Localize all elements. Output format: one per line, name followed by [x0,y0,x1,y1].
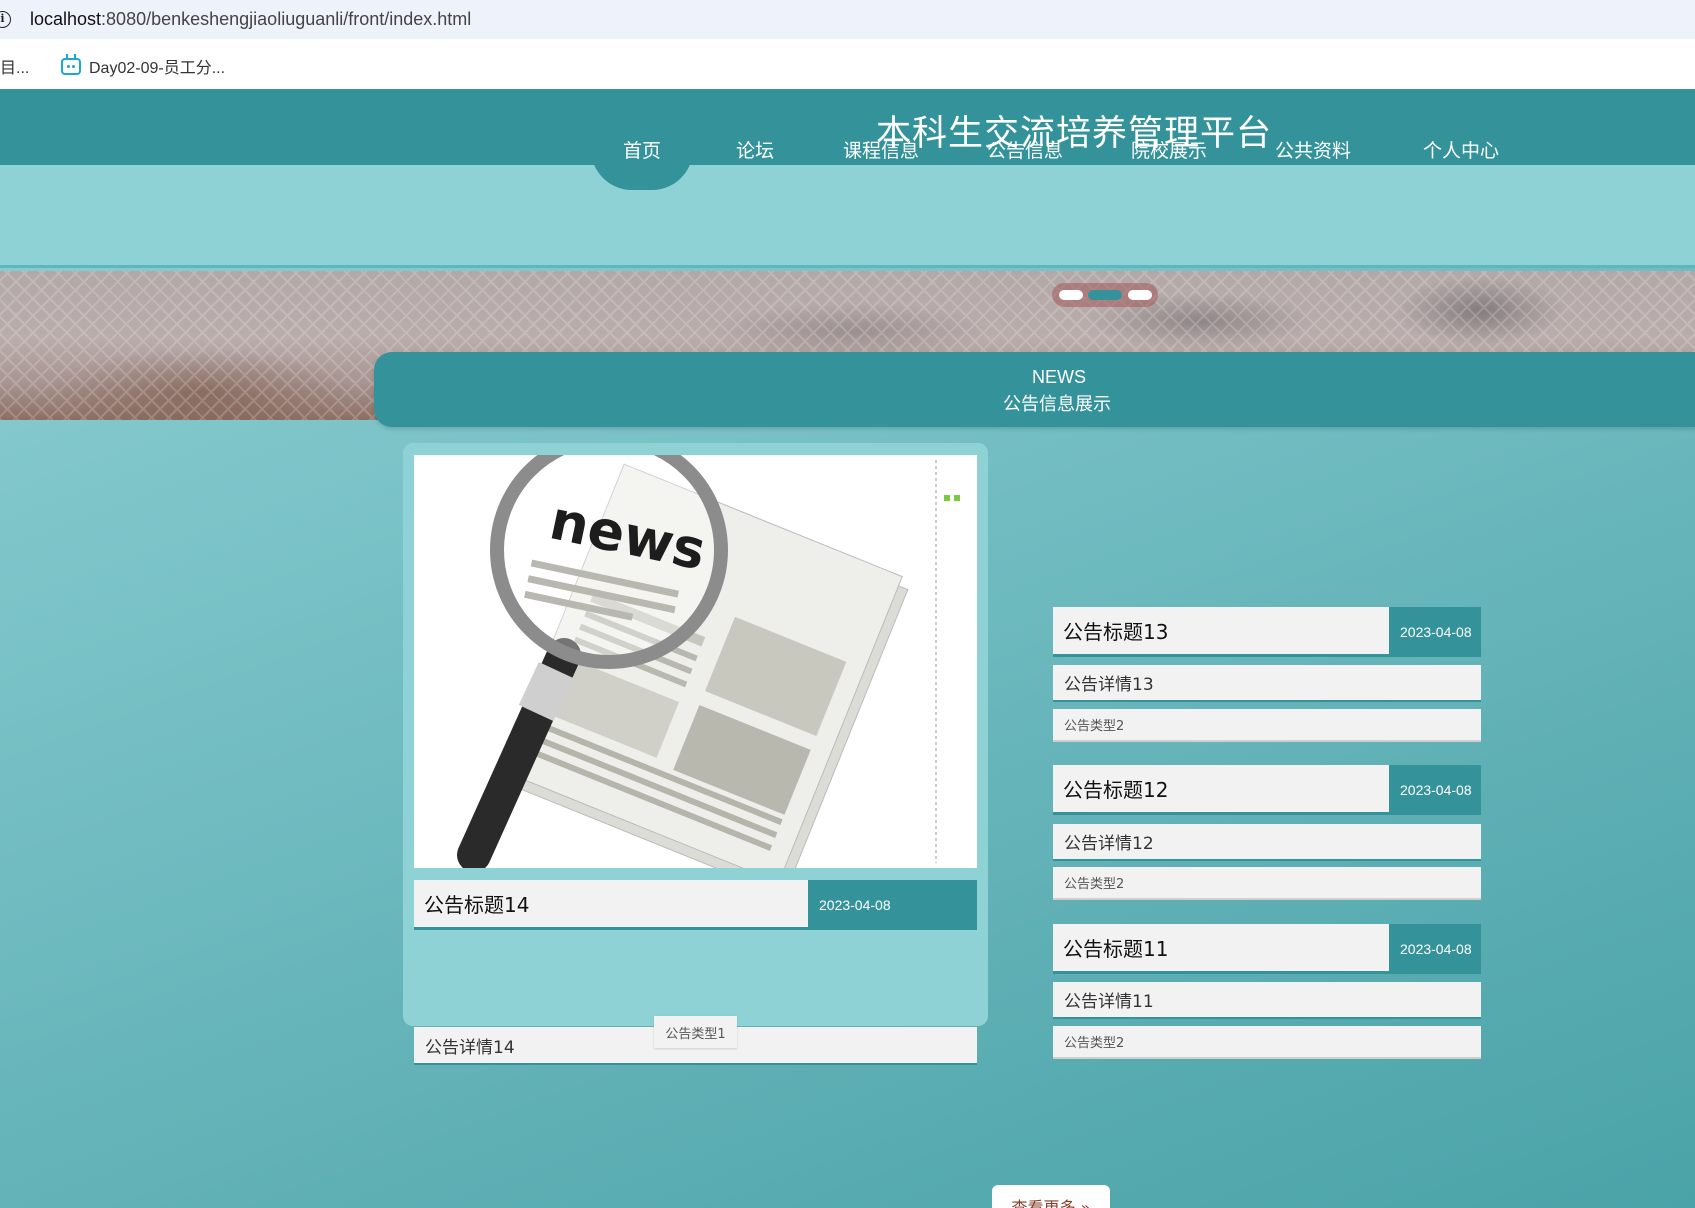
section-title-cn: 公告信息展示 [1003,394,1111,415]
list-item-type: 公告类型2 [1053,867,1481,900]
featured-title-row[interactable]: 公告标题14 2023-04-08 [414,880,977,930]
bookmarks-bar: 目... Day02-09-员工分... [0,39,1695,89]
featured-title[interactable]: 公告标题14 [414,880,808,930]
nav-item-notices[interactable]: 公告信息 [974,108,1076,190]
nav-item-profile[interactable]: 个人中心 [1410,108,1512,190]
address-bar[interactable]: i localhost:8080/benkeshengjiaoliuguanli… [0,0,1695,39]
view-more-button[interactable]: 查看更多 » [992,1185,1110,1208]
list-item-title[interactable]: 公告标题13 [1053,607,1389,657]
carousel-dot-active[interactable] [1088,290,1122,300]
list-item-date: 2023-04-08 [1389,765,1481,815]
nav-item-forum[interactable]: 论坛 [714,108,796,190]
featured-date: 2023-04-08 [808,880,977,930]
bilibili-icon [61,53,81,75]
list-item-date: 2023-04-08 [1389,607,1481,657]
site-info-icon[interactable]: i [0,11,11,28]
list-item-type: 公告类型2 [1053,709,1481,742]
nav-item-courses[interactable]: 课程信息 [830,108,932,190]
carousel-dot[interactable] [1059,290,1083,300]
newspaper-magnifier-illustration: news [457,455,960,868]
featured-type-badge: 公告类型1 [654,1016,737,1048]
list-item-detail[interactable]: 公告详情11 [1053,982,1481,1019]
nav-item-schools[interactable]: 院校展示 [1118,108,1220,190]
section-title-en: NEWS [1032,367,1086,387]
list-item-title[interactable]: 公告标题12 [1053,765,1389,815]
url-text[interactable]: localhost:8080/benkeshengjiaoliuguanli/f… [30,9,471,30]
list-item-title[interactable]: 公告标题11 [1053,924,1389,974]
bookmark-item-bilibili[interactable]: Day02-09-员工分... [61,53,226,78]
nav-item-resources[interactable]: 公共资料 [1262,108,1364,190]
list-item-date: 2023-04-08 [1389,924,1481,974]
carousel-dot[interactable] [1128,290,1152,300]
list-item-type: 公告类型2 [1053,1026,1481,1059]
bookmark-item[interactable]: 目... [0,54,29,78]
list-item-detail[interactable]: 公告详情13 [1053,665,1481,702]
carousel-indicators [1052,283,1158,307]
news-image[interactable]: news [414,455,977,868]
list-item-detail[interactable]: 公告详情12 [1053,824,1481,861]
bookmark-label: Day02-09-员工分... [89,60,226,77]
nav-item-home[interactable]: 首页 [591,108,693,190]
